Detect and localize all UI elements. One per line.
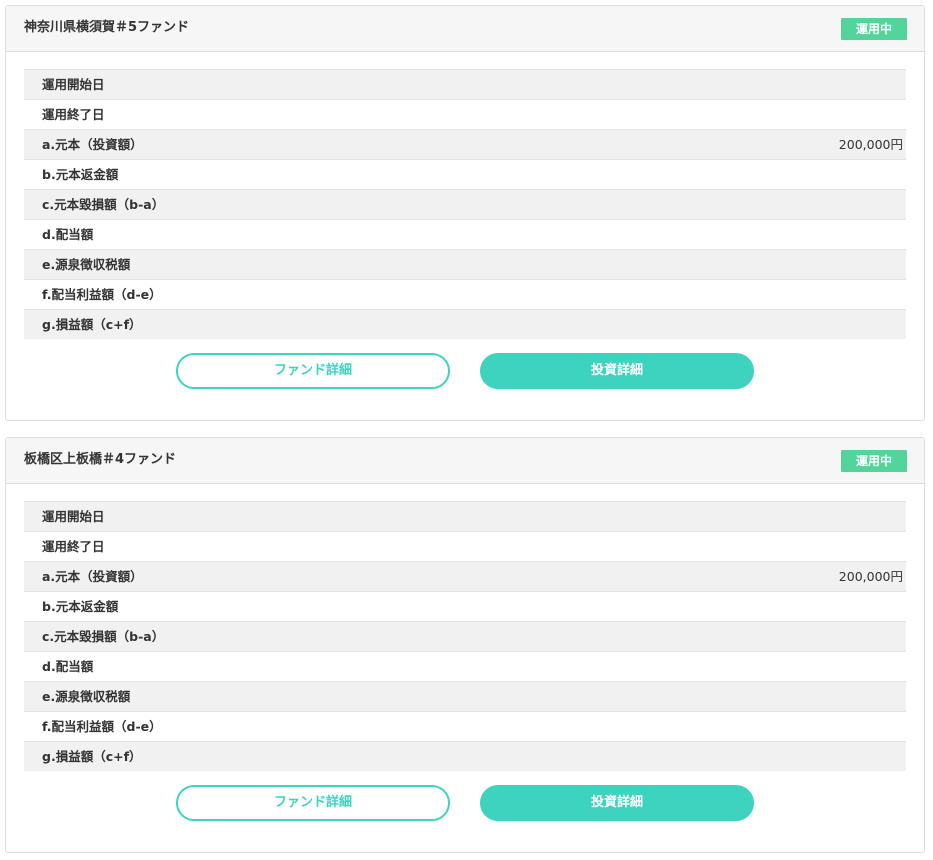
table-row: d.配当額	[24, 651, 906, 681]
row-label: d.配当額	[42, 659, 94, 674]
table-row: g.損益額（c+f）	[24, 741, 906, 771]
row-label: a.元本（投資額）	[42, 137, 143, 152]
fund-card-header: 板橋区上板橋＃4ファンド 運用中	[6, 438, 924, 484]
fund-card: 板橋区上板橋＃4ファンド 運用中 運用開始日 運用終了日 a.元本（投資額） 2…	[5, 437, 925, 853]
status-badge: 運用中	[841, 450, 907, 472]
table-row: e.源泉徴収税額	[24, 681, 906, 711]
investment-detail-button[interactable]: 投資詳細	[480, 353, 754, 389]
table-row: c.元本毀損額（b-a）	[24, 189, 906, 219]
row-label: f.配当利益額（d-e）	[42, 719, 162, 734]
investment-detail-button[interactable]: 投資詳細	[480, 785, 754, 821]
table-row: 運用開始日	[24, 69, 906, 99]
fund-card: 神奈川県横須賀＃5ファンド 運用中 運用開始日 運用終了日 a.元本（投資額） …	[5, 5, 925, 421]
table-row: d.配当額	[24, 219, 906, 249]
fund-title: 板橋区上板橋＃4ファンド	[24, 452, 177, 467]
table-row: f.配当利益額（d-e）	[24, 279, 906, 309]
row-label: f.配当利益額（d-e）	[42, 287, 162, 302]
row-label: e.源泉徴収税額	[42, 689, 131, 704]
row-label: d.配当額	[42, 227, 94, 242]
status-badge: 運用中	[841, 18, 907, 40]
row-value: 200,000円	[838, 569, 903, 584]
table-row: f.配当利益額（d-e）	[24, 711, 906, 741]
table-row: a.元本（投資額） 200,000円	[24, 129, 906, 159]
table-row: b.元本返金額	[24, 159, 906, 189]
row-label: b.元本返金額	[42, 167, 119, 182]
table-row: e.源泉徴収税額	[24, 249, 906, 279]
row-label: 運用開始日	[42, 509, 105, 524]
fund-summary-table: 運用開始日 運用終了日 a.元本（投資額） 200,000円 b.元本返金額 c…	[24, 69, 906, 339]
row-label: 運用開始日	[42, 77, 105, 92]
row-label: g.損益額（c+f）	[42, 749, 142, 764]
row-label: e.源泉徴収税額	[42, 257, 131, 272]
table-row: 運用終了日	[24, 99, 906, 129]
table-row: 運用終了日	[24, 531, 906, 561]
row-label: b.元本返金額	[42, 599, 119, 614]
row-label: g.損益額（c+f）	[42, 317, 142, 332]
row-value: 200,000円	[838, 137, 903, 152]
row-label: a.元本（投資額）	[42, 569, 143, 584]
fund-card-header: 神奈川県横須賀＃5ファンド 運用中	[6, 6, 924, 52]
table-row: 運用開始日	[24, 501, 906, 531]
table-row: g.損益額（c+f）	[24, 309, 906, 339]
row-label: 運用終了日	[42, 539, 105, 554]
fund-title: 神奈川県横須賀＃5ファンド	[24, 20, 190, 35]
fund-detail-button[interactable]: ファンド詳細	[176, 785, 450, 821]
row-label: c.元本毀損額（b-a）	[42, 197, 165, 212]
row-label: 運用終了日	[42, 107, 105, 122]
table-row: c.元本毀損額（b-a）	[24, 621, 906, 651]
fund-detail-button[interactable]: ファンド詳細	[176, 353, 450, 389]
row-label: c.元本毀損額（b-a）	[42, 629, 165, 644]
fund-summary-table: 運用開始日 運用終了日 a.元本（投資額） 200,000円 b.元本返金額 c…	[24, 501, 906, 771]
table-row: a.元本（投資額） 200,000円	[24, 561, 906, 591]
table-row: b.元本返金額	[24, 591, 906, 621]
